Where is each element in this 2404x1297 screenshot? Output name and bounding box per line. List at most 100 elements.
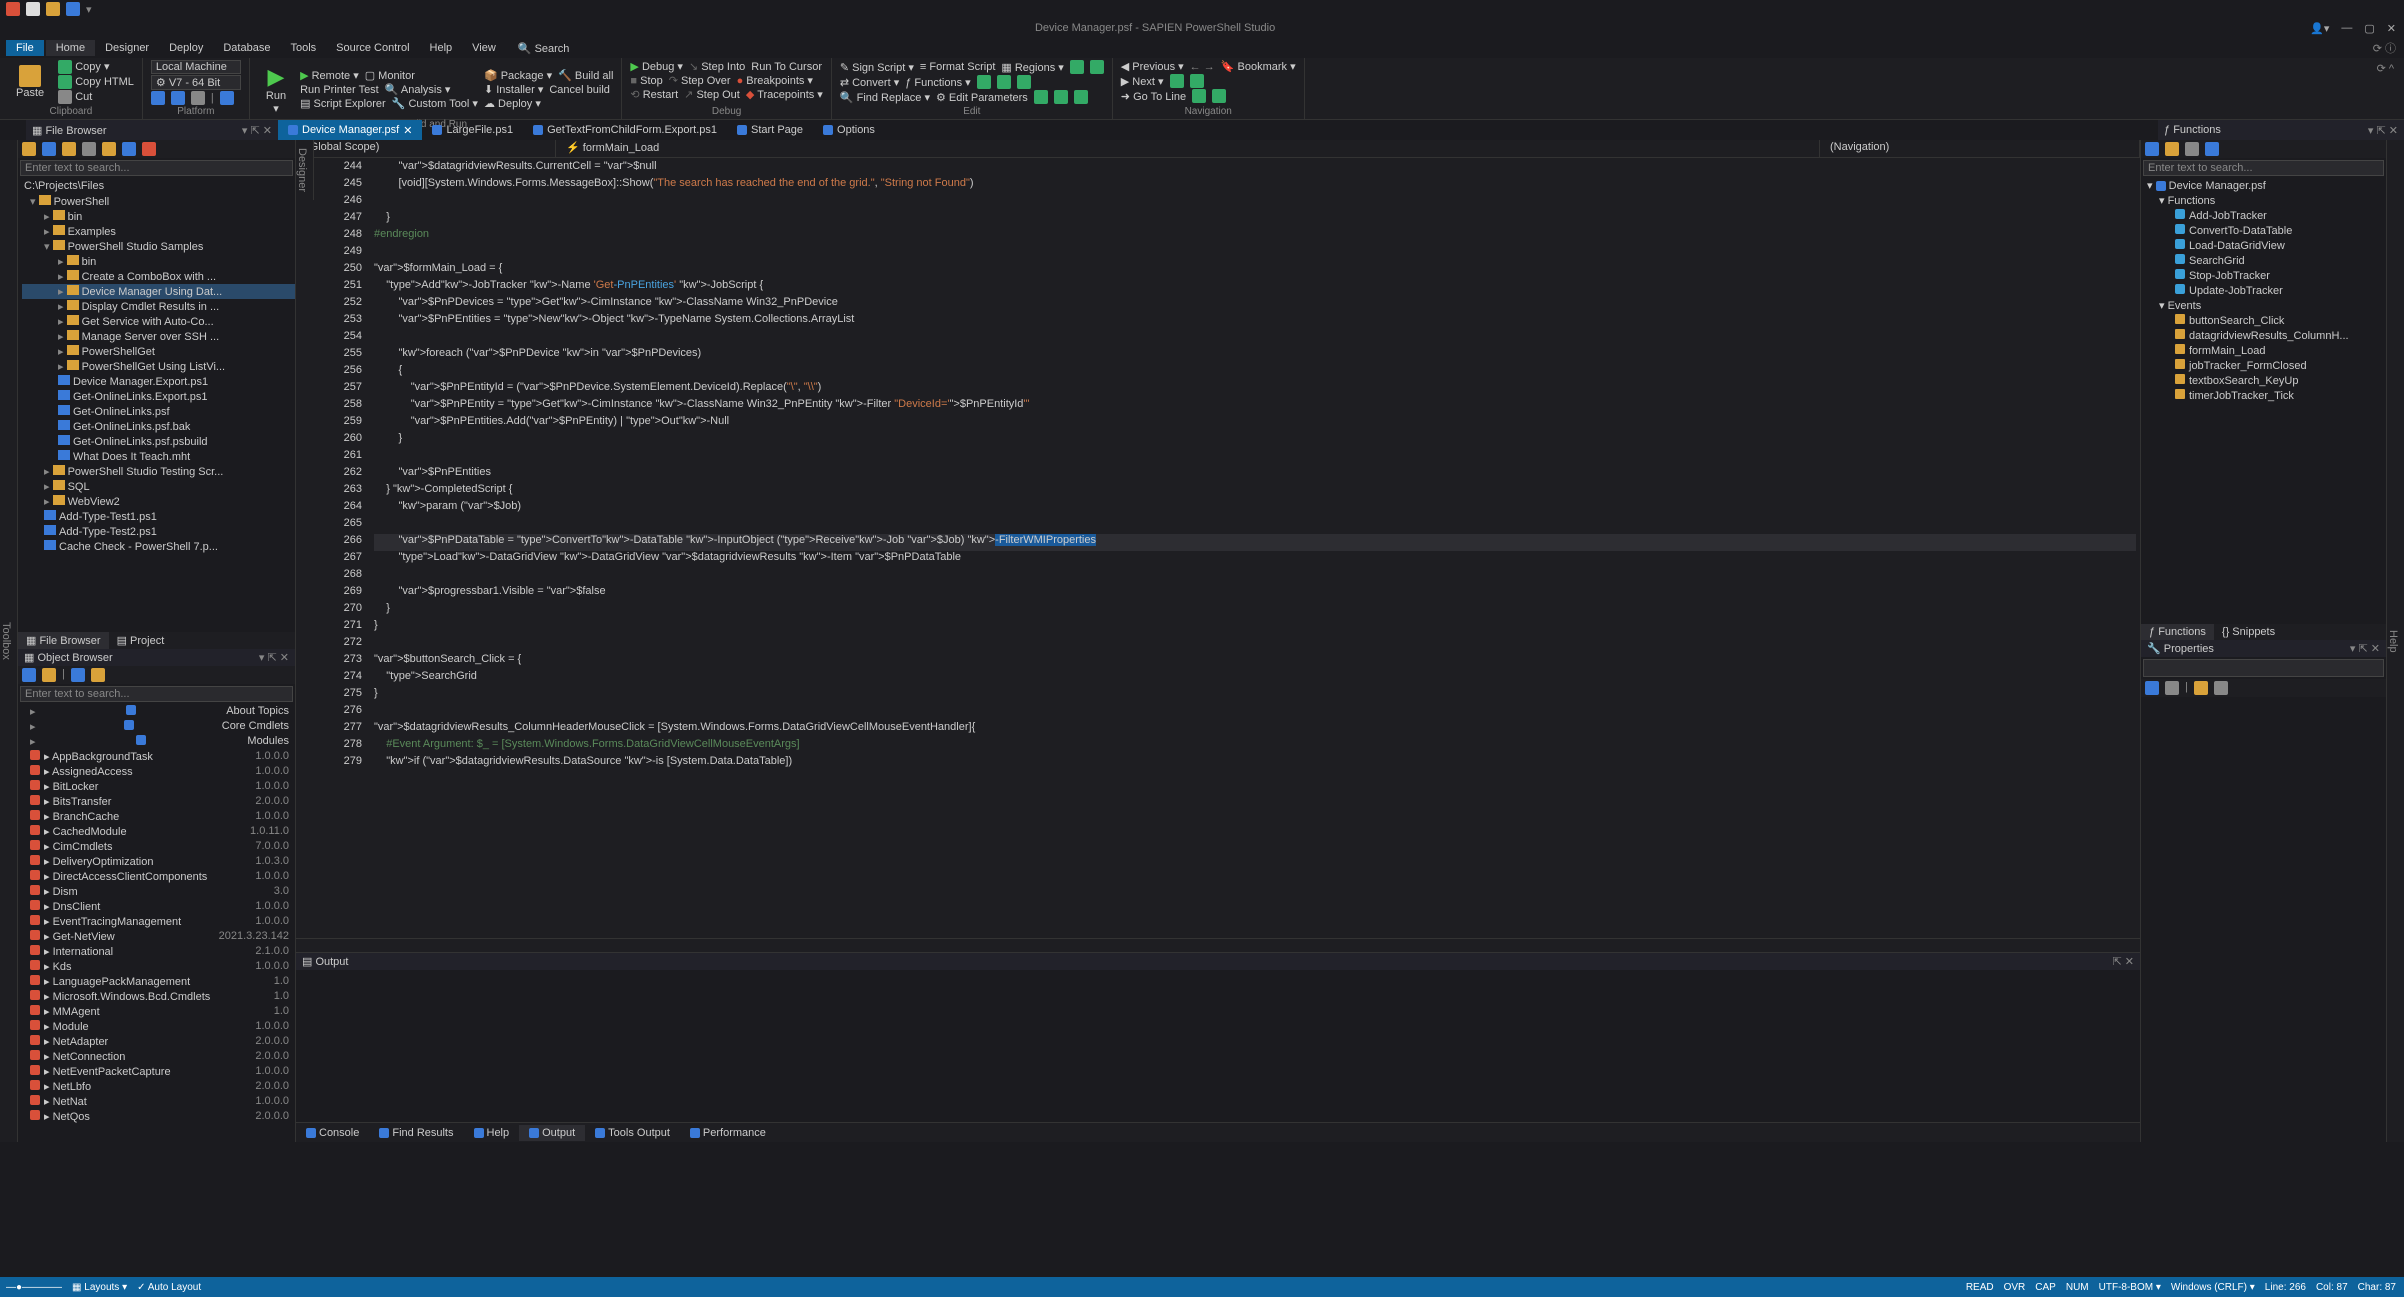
functions-button[interactable]: ƒ Functions ▾ — [905, 76, 970, 89]
fn-root[interactable]: ▾ Device Manager.psf — [2145, 178, 2386, 193]
module-item[interactable]: ▸ EventTracingManagement1.0.0.0 — [18, 914, 295, 929]
fb-tab-project[interactable]: ▤ Project — [109, 632, 173, 649]
status-autolayout[interactable]: ✓ Auto Layout — [137, 1282, 201, 1293]
folder-item[interactable]: ▸ Get Service with Auto-Co... — [22, 314, 295, 329]
fn-i4[interactable] — [2205, 142, 2219, 156]
menu-tab-deploy[interactable]: Deploy — [159, 40, 213, 56]
folder-item[interactable]: ▸ SQL — [22, 479, 295, 494]
fn-panel-ctrls[interactable]: ▾ ⇱ ✕ — [2368, 124, 2398, 137]
e-i4[interactable] — [997, 75, 1011, 89]
doc-tab[interactable]: Options — [813, 120, 885, 140]
e-i7[interactable] — [1054, 90, 1068, 104]
user-icon[interactable]: 👤▾ — [2310, 22, 2329, 35]
buildall-button[interactable]: 🔨 Build all — [558, 69, 613, 82]
fb-open-icon[interactable] — [102, 142, 116, 156]
module-item[interactable]: ▸ NetAdapter2.0.0.0 — [18, 1034, 295, 1049]
fn-i1[interactable] — [2145, 142, 2159, 156]
folder-item[interactable]: ▸ Manage Server over SSH ... — [22, 329, 295, 344]
folder-item[interactable]: ▸ Device Manager Using Dat... — [22, 284, 295, 299]
menu-file[interactable]: File — [6, 40, 44, 56]
module-item[interactable]: ▸ Dism3.0 — [18, 884, 295, 899]
module-item[interactable]: ▸ NetLbfo2.0.0.0 — [18, 1079, 295, 1094]
module-item[interactable]: ▸ NetEventPacketCapture1.0.0.0 — [18, 1064, 295, 1079]
doc-tab[interactable]: Start Page — [727, 120, 813, 140]
module-item[interactable]: ▸ AppBackgroundTask1.0.0.0 — [18, 749, 295, 764]
module-item[interactable]: ▸ DirectAccessClientComponents1.0.0.0 — [18, 869, 295, 884]
ribbon-collapse-icon[interactable]: ⟳ ^ — [2367, 58, 2404, 119]
fb-refresh-icon[interactable] — [62, 142, 76, 156]
ob-search[interactable]: Enter text to search... — [20, 686, 293, 702]
n-i4[interactable] — [1212, 89, 1226, 103]
function-item[interactable]: SearchGrid — [2145, 253, 2386, 268]
file-item[interactable]: Get-OnlineLinks.psf.psbuild — [22, 434, 295, 449]
e-i3[interactable] — [977, 75, 991, 89]
module-item[interactable]: ▸ CachedModule1.0.11.0 — [18, 824, 295, 839]
status-layouts[interactable]: ▦ Layouts ▾ — [72, 1282, 127, 1293]
menu-tab-help[interactable]: Help — [420, 40, 463, 56]
doc-tab[interactable]: LargeFile.ps1 — [422, 120, 523, 140]
module-item[interactable]: ▸ DnsClient1.0.0.0 — [18, 899, 295, 914]
module-item[interactable]: ▸ International2.1.0.0 — [18, 944, 295, 959]
monitor-button[interactable]: ▢ Monitor — [365, 69, 415, 82]
minimize-icon[interactable]: — — [2341, 22, 2352, 35]
deploy-button[interactable]: ☁ Deploy ▾ — [484, 97, 541, 110]
copy-button[interactable]: Copy ▾ — [58, 60, 134, 74]
fn-i3[interactable] — [2185, 142, 2199, 156]
h-scrollbar[interactable] — [296, 938, 2140, 952]
platform-machine[interactable]: Local Machine — [151, 60, 241, 74]
fb-i6[interactable] — [122, 142, 136, 156]
module-item[interactable]: ▸ CimCmdlets7.0.0.0 — [18, 839, 295, 854]
n-i3[interactable] — [1192, 89, 1206, 103]
new-icon[interactable] — [26, 2, 40, 16]
module-item[interactable]: ▸ Module1.0.0.0 — [18, 1019, 295, 1034]
debug-button[interactable]: ▶ Debug ▾ — [630, 60, 683, 73]
module-item[interactable]: ▸ LanguagePackManagement1.0 — [18, 974, 295, 989]
module-item[interactable]: ▸ Microsoft.Windows.Bcd.Cmdlets1.0 — [18, 989, 295, 1004]
file-item[interactable]: Cache Check - PowerShell 7.p... — [22, 539, 295, 554]
module-item[interactable]: ▸ NetQos2.0.0.0 — [18, 1109, 295, 1124]
module-item[interactable]: ▸ AssignedAccess1.0.0.0 — [18, 764, 295, 779]
findreplace-button[interactable]: 🔍 Find Replace ▾ — [840, 91, 930, 104]
save-icon[interactable] — [66, 2, 80, 16]
e-i8[interactable] — [1074, 90, 1088, 104]
folder-item[interactable]: ▸ PowerShellGet Using ListVi... — [22, 359, 295, 374]
paste-button[interactable]: Paste — [8, 61, 52, 103]
editparams-button[interactable]: ⚙ Edit Parameters — [936, 91, 1028, 104]
toolbox-side-tab[interactable]: Toolbox — [0, 140, 18, 1142]
function-item[interactable]: Load-DataGridView — [2145, 238, 2386, 253]
folder-item[interactable]: ▸ bin — [22, 209, 295, 224]
ob-i3[interactable] — [71, 668, 85, 682]
bottom-tab-console[interactable]: Console — [296, 1125, 369, 1141]
analysis-button[interactable]: 🔍 Analysis ▾ — [385, 83, 451, 96]
bookmark-button[interactable]: 🔖 Bookmark ▾ — [1221, 60, 1296, 73]
e-i2[interactable] — [1090, 60, 1104, 74]
package-button[interactable]: 📦 Package ▾ — [484, 69, 552, 82]
fb-search[interactable]: Enter text to search... — [20, 160, 293, 176]
function-item[interactable]: ConvertTo-DataTable — [2145, 223, 2386, 238]
p-icon4[interactable] — [220, 91, 234, 105]
scope-combo[interactable]: (Global Scope) — [296, 140, 556, 157]
bottom-tab-output[interactable]: Output — [519, 1125, 585, 1141]
function-item[interactable]: Update-JobTracker — [2145, 283, 2386, 298]
pr-i1[interactable] — [2145, 681, 2159, 695]
fb-i7[interactable] — [142, 142, 156, 156]
file-item[interactable]: Get-OnlineLinks.Export.ps1 — [22, 389, 295, 404]
n-i1[interactable] — [1170, 74, 1184, 88]
module-item[interactable]: ▸ BranchCache1.0.0.0 — [18, 809, 295, 824]
ob-category[interactable]: ▸ About Topics — [18, 704, 295, 719]
pr-i4[interactable] — [2214, 681, 2228, 695]
doc-tab[interactable]: GetTextFromChildForm.Export.ps1 — [523, 120, 727, 140]
code-area[interactable]: 2442452462472482492502512522532542552562… — [296, 158, 2140, 938]
next-button[interactable]: ▶ Next ▾ — [1121, 75, 1164, 88]
e-i5[interactable] — [1017, 75, 1031, 89]
ob-category[interactable]: ▸ Core Cmdlets — [18, 719, 295, 734]
regions-button[interactable]: ▦ Regions ▾ — [1001, 61, 1063, 74]
folder-item[interactable]: ▸ Display Cmdlet Results in ... — [22, 299, 295, 314]
fn-i2[interactable] — [2165, 142, 2179, 156]
n-i2[interactable] — [1190, 74, 1204, 88]
ribbon-options-icon[interactable]: ⟳ ⓘ — [2373, 40, 2404, 56]
menu-tab-source-control[interactable]: Source Control — [326, 40, 419, 56]
bottom-tab-tools-output[interactable]: Tools Output — [585, 1125, 680, 1141]
cut-button[interactable]: Cut — [58, 90, 134, 104]
status-num[interactable]: NUM — [2066, 1282, 2089, 1293]
